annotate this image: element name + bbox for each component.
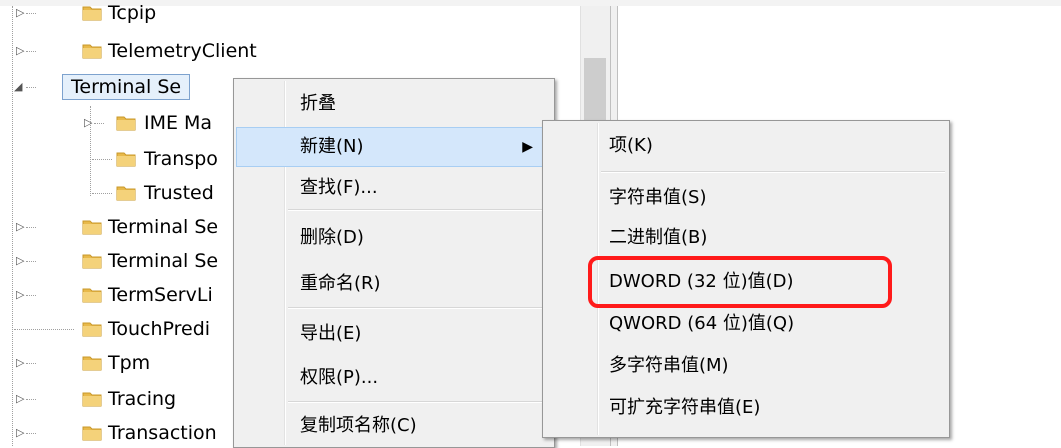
highlight-annotation-box — [588, 256, 892, 308]
menu-item-label: 折叠 — [300, 93, 336, 114]
tree-item-label: Trusted — [144, 182, 214, 204]
menu-item-label: 权限(P)... — [300, 367, 379, 388]
tree-item-label: Terminal Se — [62, 74, 191, 100]
folder-icon — [82, 354, 102, 371]
tree-connector — [26, 433, 36, 434]
expand-icon[interactable]: ▷ — [16, 255, 26, 267]
tree-connector — [94, 123, 104, 124]
menu-item-label: 查找(F)... — [300, 177, 378, 198]
folder-icon — [82, 252, 102, 269]
tree-connector — [26, 51, 36, 52]
folder-icon — [82, 286, 102, 303]
folder-icon — [82, 390, 102, 407]
tree-item-label: TelemetryClient — [108, 40, 257, 62]
menu-item-label: 可扩充字符串值(E) — [609, 397, 761, 418]
menu-item-label: 多字符串值(M) — [609, 355, 729, 376]
menu-item-label: 复制项名称(C) — [300, 415, 417, 436]
tree-item-label: Tpm — [108, 352, 151, 374]
submenu-item-expandable-string-value[interactable]: 可扩充字符串值(E) — [545, 389, 947, 427]
tree-connector — [92, 193, 112, 194]
tree-item-label: Terminal Se — [108, 216, 219, 238]
menu-separator — [601, 171, 945, 173]
tree-item-label: Transaction — [108, 422, 217, 444]
tree-connector — [26, 13, 36, 14]
tree-item-label: IME Ma — [144, 112, 213, 134]
tree-item-label: Transpo — [144, 148, 218, 170]
expand-icon[interactable]: ▷ — [16, 357, 26, 369]
tree-item-label: TouchPredi — [108, 318, 211, 340]
folder-icon — [82, 218, 102, 235]
submenu-arrow-icon: ▶ — [522, 139, 533, 155]
menu-item-delete[interactable]: 删除(D) — [236, 219, 552, 257]
menu-item-copy-key-name[interactable]: 复制项名称(C) — [236, 407, 552, 445]
expand-icon[interactable]: ▷ — [16, 393, 26, 405]
menu-item-label: 项(K) — [609, 135, 653, 156]
tree-connector — [92, 159, 112, 160]
folder-icon — [116, 114, 136, 131]
menu-item-label: 重命名(R) — [300, 273, 381, 294]
folder-icon — [116, 184, 136, 201]
tree-connector — [26, 261, 36, 262]
tree-item-label: Terminal Se — [108, 250, 219, 272]
menu-item-label: 二进制值(B) — [609, 227, 708, 248]
submenu-item-multi-string-value[interactable]: 多字符串值(M) — [545, 347, 947, 385]
menu-item-permissions[interactable]: 权限(P)... — [236, 359, 552, 397]
submenu-item-key[interactable]: 项(K) — [545, 127, 947, 165]
tree-connector — [14, 329, 74, 330]
tree-connector — [26, 87, 36, 88]
context-menu: 折叠 新建(N) ▶ 查找(F)... 删除(D) 重命名(R) 导出(E) 权… — [233, 78, 555, 448]
expand-icon[interactable]: ▷ — [16, 221, 26, 233]
submenu-item-qword-value[interactable]: QWORD (64 位)值(Q) — [545, 305, 947, 343]
tree-connector — [26, 363, 36, 364]
expand-icon[interactable]: ▷ — [16, 289, 26, 301]
tree-connector — [26, 227, 36, 228]
tree-item-label: TermServLi — [108, 284, 213, 306]
menu-item-label: 导出(E) — [300, 323, 362, 344]
tree-item-label: Tracing — [108, 388, 177, 410]
expand-icon[interactable]: ▷ — [84, 117, 94, 129]
menu-separator — [288, 401, 550, 403]
menu-separator — [288, 209, 550, 211]
menu-item-label: QWORD (64 位)值(Q) — [609, 313, 795, 334]
folder-icon — [82, 424, 102, 441]
menu-item-label: 删除(D) — [300, 227, 364, 248]
tree-connector — [26, 295, 36, 296]
menu-item-label: 新建(N) — [300, 136, 364, 157]
collapse-icon[interactable]: ◢ — [14, 81, 24, 93]
folder-icon — [82, 42, 102, 59]
menu-item-find[interactable]: 查找(F)... — [236, 169, 552, 207]
folder-icon — [82, 4, 102, 21]
expand-icon[interactable]: ▷ — [16, 427, 26, 439]
menu-item-rename[interactable]: 重命名(R) — [236, 265, 552, 303]
menu-item-export[interactable]: 导出(E) — [236, 315, 552, 353]
menu-item-new[interactable]: 新建(N) ▶ — [236, 127, 552, 167]
tree-item-label: Tcpip — [108, 2, 157, 24]
menu-item-collapse[interactable]: 折叠 — [236, 85, 552, 123]
tree-item-tcpip[interactable]: ▷ Tcpip — [0, 0, 580, 28]
scrollbar-thumb[interactable] — [584, 58, 606, 126]
menu-item-label: 字符串值(S) — [609, 187, 707, 208]
expand-icon[interactable]: ▷ — [16, 7, 26, 19]
folder-icon — [82, 320, 102, 337]
tree-item-telemetryclient[interactable]: ▷ TelemetryClient — [0, 36, 580, 66]
folder-icon — [116, 150, 136, 167]
submenu-item-string-value[interactable]: 字符串值(S) — [545, 179, 947, 217]
submenu-item-binary-value[interactable]: 二进制值(B) — [545, 219, 947, 257]
tree-connector — [26, 399, 36, 400]
menu-separator — [288, 307, 550, 309]
expand-icon[interactable]: ▷ — [16, 45, 26, 57]
